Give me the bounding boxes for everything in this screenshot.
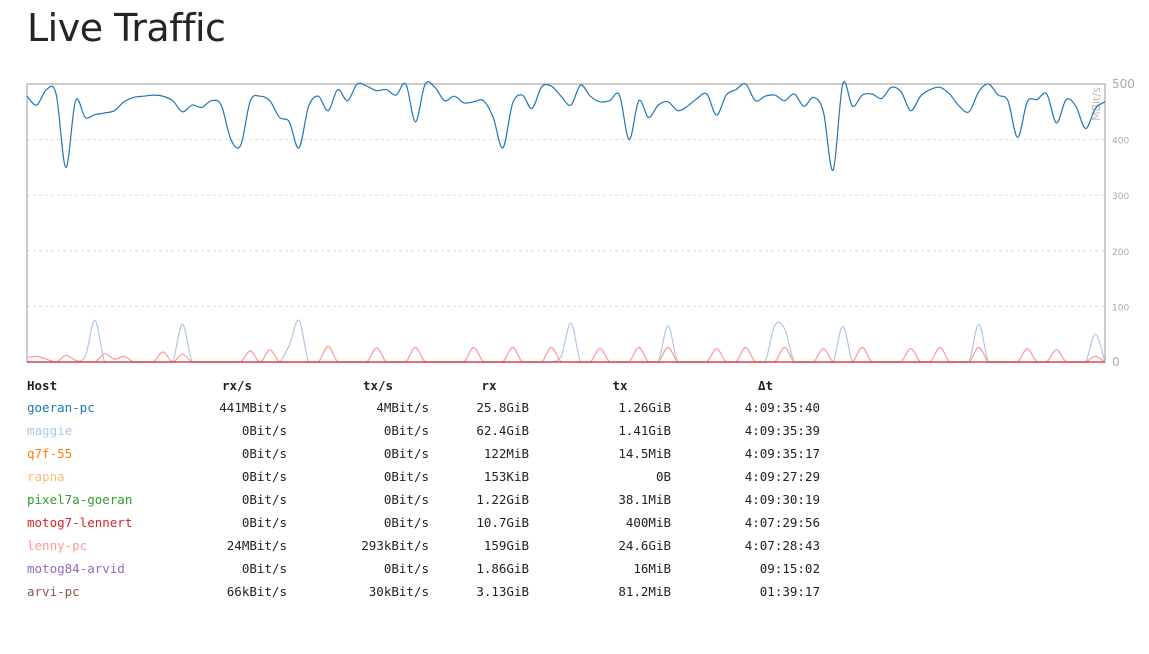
y-tick-label: 100 — [1112, 303, 1129, 313]
rx-rate: 0Bit/s — [241, 469, 287, 484]
rx-total: 10.7GiB — [476, 515, 529, 530]
header-tx-rate: tx/s — [362, 378, 394, 393]
host-name: maggie — [27, 423, 73, 438]
tx-total: 24.6GiB — [618, 538, 671, 553]
plot-frame — [26, 83, 1106, 363]
header-rx-total: rx — [481, 378, 497, 393]
rx-total: 122MiB — [483, 446, 529, 461]
duration: 09:15:02 — [759, 561, 820, 576]
rx-rate: 0Bit/s — [241, 492, 287, 507]
header-host: Host — [27, 378, 58, 393]
tx-rate: 30kBit/s — [368, 584, 429, 599]
host-name: goeran-pc — [27, 400, 95, 415]
host-name: lenny-pc — [27, 538, 88, 553]
series-line-goeran-pc — [26, 81, 1106, 171]
tx-rate: 4MBit/s — [376, 400, 429, 415]
rx-rate: 0Bit/s — [241, 561, 287, 576]
y-tick-label: 200 — [1112, 248, 1129, 258]
rx-total: 1.86GiB — [476, 561, 529, 576]
y-tick-label: 300 — [1112, 192, 1129, 202]
duration: 4:09:35:17 — [744, 446, 820, 461]
host-name: rapna — [27, 469, 65, 484]
table-row: q7f-55 0Bit/s 0Bit/s 122MiB 14.5MiB 4:09:35:1… — [27, 442, 820, 465]
duration: 01:39:17 — [759, 584, 820, 599]
traffic-table: Host rx/s tx/s rx tx Δt goeran-pc 441MBit… — [27, 375, 820, 603]
rx-total: 159GiB — [483, 538, 529, 553]
table-row: maggie 0Bit/s 0Bit/s 62.4GiB 1.41GiB 4:09:35:… — [27, 419, 820, 442]
rx-total: 62.4GiB — [476, 423, 529, 438]
y-tick-label: 500 — [1112, 77, 1135, 91]
header-duration: Δt — [757, 378, 774, 393]
traffic-chart: 5004003002001000MBit/s — [26, 77, 1135, 369]
table-row: rapna 0Bit/s 0Bit/s 153KiB 0B 4:09:27:29 — [27, 465, 820, 488]
rx-rate: 0Bit/s — [241, 423, 287, 438]
y-tick-label: 0 — [1112, 355, 1120, 369]
tx-rate: 293kBit/s — [361, 538, 429, 553]
host-name: motog7-lennert — [27, 515, 133, 530]
header-rx-rate: rx/s — [221, 378, 253, 393]
series-line-maggie — [26, 319, 1106, 363]
tx-total: 14.5MiB — [618, 446, 671, 461]
duration: 4:07:28:43 — [744, 538, 820, 553]
duration: 4:09:35:40 — [744, 400, 820, 415]
tx-total: 1.26GiB — [618, 400, 671, 415]
host-name: arvi-pc — [27, 584, 80, 599]
tx-rate: 0Bit/s — [383, 515, 429, 530]
duration: 4:09:27:29 — [744, 469, 820, 484]
rx-rate: 24MBit/s — [226, 538, 287, 553]
host-name: pixel7a-goeran — [27, 492, 133, 507]
duration: 4:09:30:19 — [744, 492, 820, 507]
table-row: lenny-pc 24MBit/s 293kBit/s 159GiB 24.6GiB 4:… — [27, 534, 820, 557]
tx-total: 1.41GiB — [618, 423, 671, 438]
rx-rate: 66kBit/s — [226, 584, 287, 599]
tx-total: 81.2MiB — [618, 584, 671, 599]
table-row: goeran-pc 441MBit/s 4MBit/s 25.8GiB 1.26GiB 4… — [27, 396, 820, 419]
rx-rate: 0Bit/s — [241, 446, 287, 461]
duration: 4:09:35:39 — [744, 423, 820, 438]
tx-total: 400MiB — [625, 515, 671, 530]
rx-total: 25.8GiB — [476, 400, 529, 415]
table-row: motog84-arvid 0Bit/s 0Bit/s 1.86GiB 16MiB 09:… — [27, 557, 820, 580]
rx-total: 3.13GiB — [476, 584, 529, 599]
table-header-row: Host rx/s tx/s rx tx Δt — [27, 375, 820, 396]
host-name: q7f-55 — [27, 446, 73, 461]
y-tick-label: 400 — [1112, 137, 1129, 147]
tx-total: 0B — [655, 469, 671, 484]
tx-rate: 0Bit/s — [383, 446, 429, 461]
tx-rate: 0Bit/s — [383, 423, 429, 438]
rx-total: 1.22GiB — [476, 492, 529, 507]
tx-rate: 0Bit/s — [383, 561, 429, 576]
host-name: motog84-arvid — [27, 561, 125, 576]
rx-total: 153KiB — [483, 469, 529, 484]
header-tx-total: tx — [612, 378, 628, 393]
tx-total: 16MiB — [633, 561, 671, 576]
table-row: motog7-lennert 0Bit/s 0Bit/s 10.7GiB 400MiB 4… — [27, 511, 820, 534]
tx-rate: 0Bit/s — [383, 469, 429, 484]
table-row: pixel7a-goeran 0Bit/s 0Bit/s 1.22GiB 38.1MiB… — [27, 488, 820, 511]
rx-rate: 441MBit/s — [219, 400, 287, 415]
tx-total: 38.1MiB — [618, 492, 671, 507]
tx-rate: 0Bit/s — [383, 492, 429, 507]
table-row: arvi-pc 66kBit/s 30kBit/s 3.13GiB 81.2MiB 01:… — [27, 580, 820, 603]
duration: 4:07:29:56 — [744, 515, 820, 530]
rx-rate: 0Bit/s — [241, 515, 287, 530]
